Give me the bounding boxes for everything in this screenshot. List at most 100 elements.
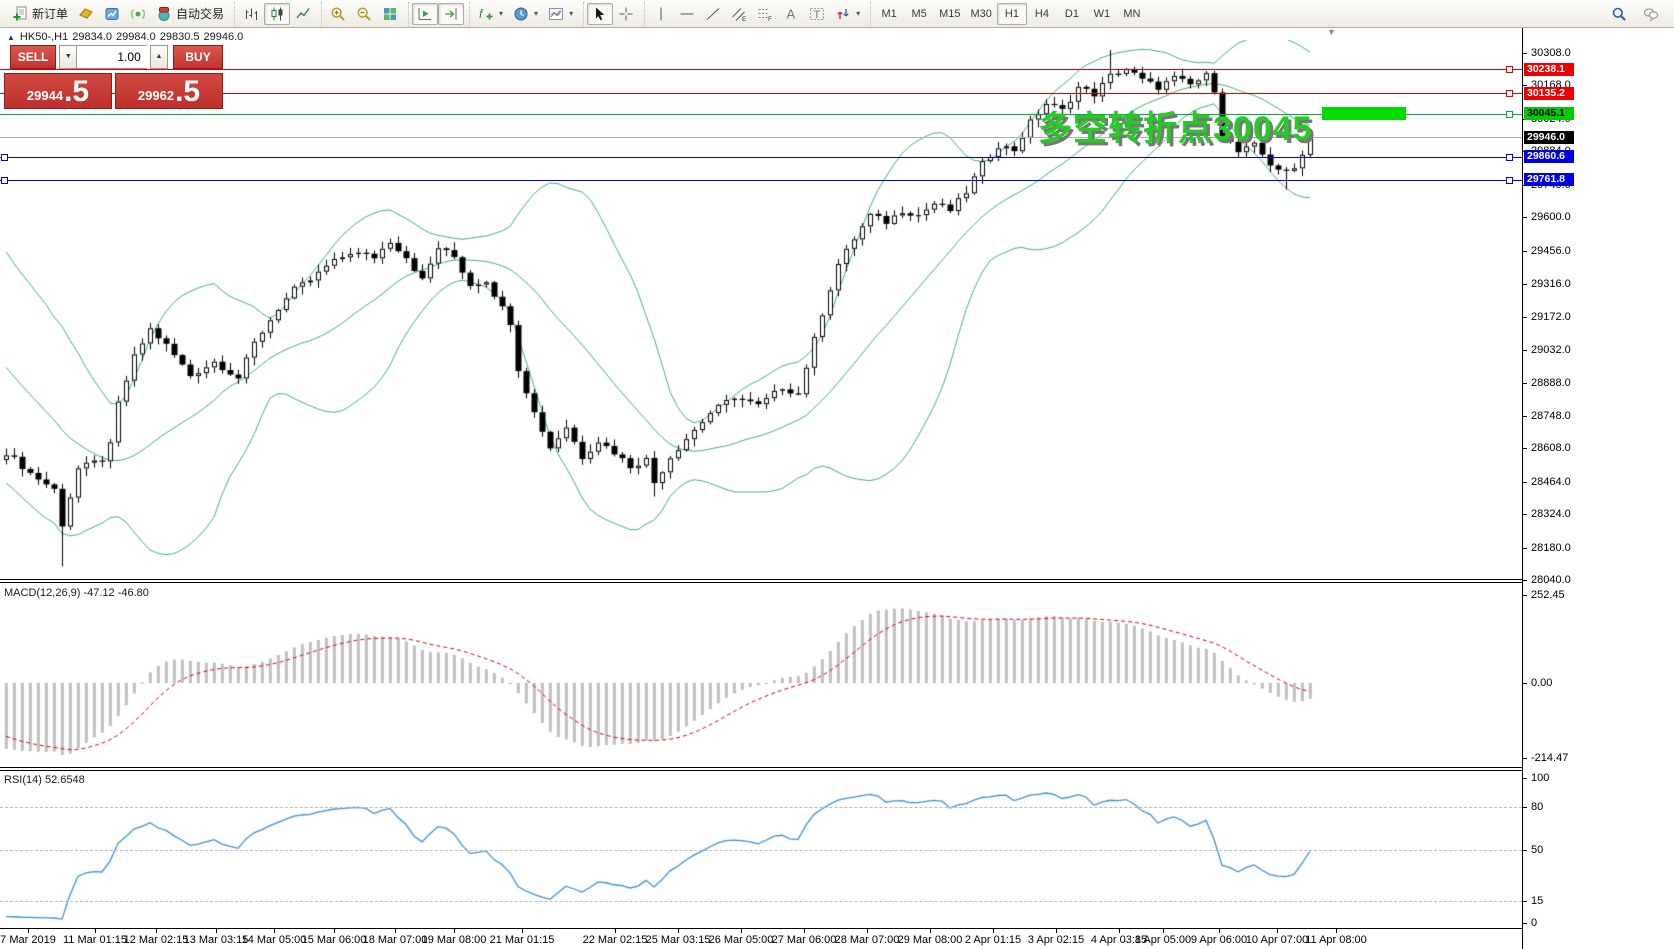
crosshair-button[interactable] [613, 3, 639, 25]
line-chart-button[interactable] [290, 3, 316, 25]
templates-button[interactable]: ▾ [543, 3, 578, 25]
candlestick-chart-button[interactable] [264, 3, 290, 25]
one-click-trade-panel: SELL ▼ 1.00 ▲ BUY 29944.5 29962.5 [4, 45, 223, 109]
svg-text:f: f [479, 7, 484, 21]
time-axis-label: 22 Mar 02:15 [583, 934, 648, 946]
line-handle[interactable] [1, 154, 8, 161]
toolbar-group-zoom [321, 2, 406, 26]
time-axis-tick [993, 929, 994, 933]
periods-button[interactable]: ▾ [508, 3, 543, 25]
time-axis-tick [1056, 929, 1057, 933]
chat-button[interactable] [1638, 3, 1664, 25]
price-scale-border [1522, 27, 1523, 949]
support-line[interactable] [0, 180, 1522, 181]
resistance-line[interactable] [0, 69, 1522, 70]
cursor-button[interactable] [587, 3, 613, 25]
price-scale-tick [1522, 251, 1527, 252]
ohlc-open: 29834.0 [72, 31, 112, 43]
timeframe-h4-button[interactable]: H4 [1027, 3, 1057, 25]
sell-price-button[interactable]: 29944.5 [4, 73, 112, 109]
fibonacci-button[interactable]: F [752, 3, 778, 25]
price-scale-tick [1522, 580, 1527, 581]
price-scale-label: 28180.0 [1531, 543, 1571, 554]
line-handle[interactable] [1, 177, 8, 184]
timeframe-h1-button[interactable]: H1 [997, 3, 1027, 25]
trendline-button[interactable] [700, 3, 726, 25]
chart-shift-button[interactable] [438, 3, 464, 25]
buy-button[interactable]: BUY [173, 45, 223, 69]
timeframe-m30-button[interactable]: M30 [966, 3, 997, 25]
volume-input[interactable]: 1.00 [77, 45, 146, 69]
rsi-scale-label: 0 [1531, 918, 1537, 929]
time-axis-tick [522, 929, 523, 933]
profiles-button[interactable] [73, 3, 99, 25]
tile-windows-button[interactable] [377, 3, 403, 25]
resistance-line[interactable] [0, 93, 1522, 94]
support-line-price-badge: 29860.6 [1524, 150, 1574, 163]
horizontal-line-button[interactable] [674, 3, 700, 25]
time-axis-tick [804, 929, 805, 933]
highlight-rectangle[interactable] [1322, 107, 1406, 120]
timeframe-w1-button[interactable]: W1 [1087, 3, 1117, 25]
time-axis-label: 28 Mar 07:00 [835, 934, 900, 946]
timeframe-mn-button[interactable]: MN [1117, 3, 1147, 25]
search-button[interactable] [1606, 3, 1632, 25]
timeframe-m1-button[interactable]: M1 [874, 3, 904, 25]
panel-separator[interactable] [0, 579, 1522, 580]
line-handle[interactable] [1506, 177, 1513, 184]
equidistant-channel-button[interactable]: E [726, 3, 752, 25]
line-handle[interactable] [1506, 66, 1513, 73]
rsi-level-line [0, 807, 1522, 808]
price-scale-label: 28464.0 [1531, 477, 1571, 488]
time-axis-label: 14 Mar 05:00 [242, 934, 307, 946]
text-button[interactable]: A [778, 3, 804, 25]
text-label-button[interactable]: T [804, 3, 830, 25]
text-icon: A [783, 6, 799, 22]
line-handle[interactable] [1506, 111, 1513, 118]
market-watch-button[interactable] [99, 3, 125, 25]
ohlc-close: 29946.0 [204, 31, 244, 43]
price-scale-label: 29032.0 [1531, 345, 1571, 356]
market-watch-icon [104, 6, 120, 22]
auto-trading-icon [156, 6, 172, 22]
collapse-panel-icon[interactable]: ▲ [7, 33, 15, 42]
price-scale-label: 29172.0 [1531, 312, 1571, 323]
price-scale-tick [1522, 416, 1527, 417]
volume-increase-button[interactable]: ▲ [150, 45, 168, 69]
support-line[interactable] [0, 157, 1522, 158]
line-handle[interactable] [1506, 154, 1513, 161]
time-axis-tick [741, 929, 742, 933]
zoom-out-button[interactable] [351, 3, 377, 25]
dropdown-arrow-icon: ▾ [569, 9, 573, 18]
auto-trading-button[interactable]: 自动交易 [151, 3, 229, 25]
panel-separator[interactable] [0, 767, 1522, 768]
svg-text:E: E [742, 16, 747, 22]
line-handle[interactable] [1506, 90, 1513, 97]
new-order-button[interactable]: 新订单 [7, 3, 73, 25]
zoom-in-button[interactable] [325, 3, 351, 25]
toolbar-group-chart-type [234, 2, 319, 26]
time-axis-label: 19 Mar 08:00 [422, 934, 487, 946]
auto-trading-label: 自动交易 [176, 5, 224, 22]
timeframe-d1-button[interactable]: D1 [1057, 3, 1087, 25]
time-axis-tick [1336, 929, 1337, 933]
time-axis-tick [95, 929, 96, 933]
dropdown-arrow-icon: ▾ [856, 9, 860, 18]
arrows-button[interactable]: ▾ [830, 3, 865, 25]
volume-decrease-button[interactable]: ▼ [59, 45, 77, 69]
time-axis-label: 8 Apr 05:00 [1135, 934, 1191, 946]
buy-price-button[interactable]: 29962.5 [115, 73, 223, 109]
bar-chart-button[interactable] [238, 3, 264, 25]
timeframe-m5-button[interactable]: M5 [904, 3, 934, 25]
sell-button[interactable]: SELL [10, 45, 56, 69]
time-axis-tick [1277, 929, 1278, 933]
auto-scroll-button[interactable] [412, 3, 438, 25]
chart-title: ▲HK50-,H129834.029984.029830.529946.0 [7, 31, 247, 43]
vertical-line-button[interactable] [648, 3, 674, 25]
indicators-button[interactable]: f▾ [473, 3, 508, 25]
timeframe-m15-button[interactable]: M15 [934, 3, 965, 25]
pivot-annotation-text[interactable]: 多空转折点30045 [1038, 110, 1313, 148]
time-axis-label: 15 Mar 06:00 [302, 934, 367, 946]
signals-button[interactable] [125, 3, 151, 25]
cursor-icon [592, 6, 608, 22]
